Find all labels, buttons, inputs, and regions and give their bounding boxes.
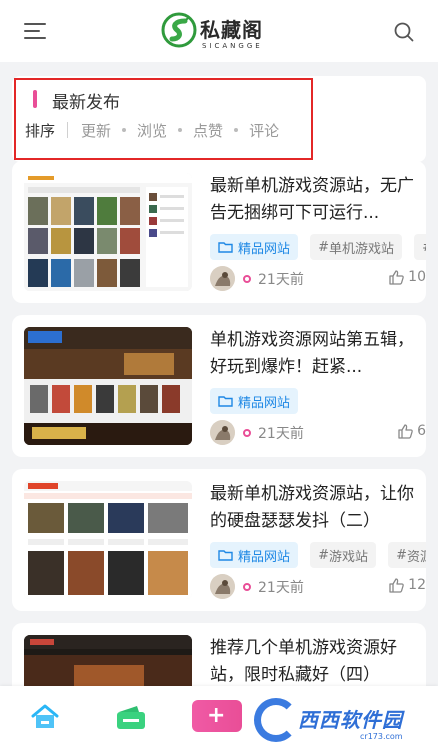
add-post-button[interactable]: + [192, 700, 242, 732]
post-thumbnail[interactable] [24, 481, 192, 599]
watermark-logo-icon [254, 698, 298, 742]
folder-icon [218, 396, 233, 407]
like-button[interactable]: 10 [389, 269, 426, 285]
post-card[interactable]: 单机游戏资源网站第五辑，好玩到爆炸！赶紧... 精品网站 21天前 6 [12, 315, 426, 457]
hashtag[interactable]: # 单机游戏站 [310, 234, 403, 260]
hashtag-label: 单机游戏站 [329, 241, 395, 257]
post-title[interactable]: 推荐几个单机游戏资源好站，限时私藏好（四） [210, 635, 416, 689]
sort-option-views[interactable]: 浏览 [137, 120, 167, 141]
folder-icon [218, 242, 233, 253]
sort-separator-dot [178, 128, 183, 132]
top-header: 私藏阁 SICANGGE [0, 0, 438, 62]
hashtag-label: 游戏站 [329, 549, 369, 565]
post-meta: 21天前 12 [210, 574, 426, 600]
tag-list: 精品网站 [210, 388, 426, 414]
wallet-icon[interactable] [115, 703, 147, 731]
section-title: 最新发布 [52, 93, 120, 113]
post-time: 21天前 [258, 426, 304, 442]
watermark-url: cr173.com [360, 732, 403, 741]
hashtag-label: 资源 [407, 549, 426, 565]
post-title[interactable]: 最新单机游戏资源站，让你的硬盘瑟瑟发抖（二） [210, 481, 416, 535]
hashtag[interactable]: # [414, 234, 426, 260]
logo-text: 私藏阁 [200, 18, 263, 42]
section-title-accent [33, 90, 37, 108]
post-time: 21天前 [258, 272, 304, 288]
sort-option-update[interactable]: 更新 [81, 120, 111, 141]
tag-list: 精品网站 # 单机游戏站 # [210, 234, 426, 260]
watermark-text: 西西软件园 [298, 708, 403, 732]
category-tag-label: 精品网站 [238, 241, 291, 257]
category-tag-label: 精品网站 [238, 549, 291, 565]
search-icon[interactable] [394, 22, 414, 42]
sort-option-comments[interactable]: 评论 [249, 120, 279, 141]
category-tag[interactable]: 精品网站 [210, 234, 299, 260]
category-tag[interactable]: 精品网站 [210, 388, 299, 414]
post-thumbnail[interactable] [24, 173, 192, 291]
watermark: 西西软件园 cr173.com [250, 694, 438, 748]
logo-subtext: SICANGGE [202, 42, 263, 50]
category-tag-label: 精品网站 [238, 395, 291, 411]
like-count: 6 [417, 423, 426, 439]
tag-list: 精品网站 # 游戏站 # 资源 [210, 542, 426, 568]
thumbs-up-icon [398, 423, 413, 439]
sort-label: 排序 [25, 121, 56, 140]
sort-option-likes[interactable]: 点赞 [193, 120, 223, 141]
post-meta: 21天前 10 [210, 266, 426, 292]
logo-mark-icon [161, 12, 197, 48]
avatar[interactable] [210, 420, 235, 445]
like-button[interactable]: 12 [389, 577, 426, 593]
post-meta: 21天前 6 [210, 420, 426, 446]
time-dot-icon [243, 583, 251, 591]
post-thumbnail[interactable] [24, 327, 192, 445]
sort-separator-dot [122, 128, 127, 132]
hashtag[interactable]: # 资源 [388, 542, 426, 568]
post-title[interactable]: 单机游戏资源网站第五辑，好玩到爆炸！赶紧... [210, 327, 416, 381]
like-count: 12 [408, 577, 426, 593]
like-count: 10 [408, 269, 426, 285]
post-time: 21天前 [258, 580, 304, 596]
thumbs-up-icon [389, 577, 404, 593]
post-card[interactable]: 最新单机游戏资源站，无广告无捆绑可下可运行... 精品网站 # 单机游戏站 # … [12, 161, 426, 303]
home-icon[interactable] [30, 703, 60, 731]
avatar[interactable] [210, 574, 235, 599]
like-button[interactable]: 6 [398, 423, 426, 439]
post-card[interactable]: 最新单机游戏资源站，让你的硬盘瑟瑟发抖（二） 精品网站 # 游戏站 # 资源 2… [12, 469, 426, 611]
sort-separator-dot [234, 128, 239, 132]
avatar[interactable] [210, 266, 235, 291]
plus-icon: + [207, 703, 226, 728]
time-dot-icon [243, 275, 251, 283]
thumbs-up-icon [389, 269, 404, 285]
post-title[interactable]: 最新单机游戏资源站，无广告无捆绑可下可运行... [210, 173, 416, 227]
time-dot-icon [243, 429, 251, 437]
sort-bar: 排序 更新 浏览 点赞 评论 [25, 119, 279, 141]
folder-icon [218, 550, 233, 561]
menu-icon[interactable] [24, 22, 46, 40]
sort-divider [67, 122, 69, 138]
site-logo[interactable]: 私藏阁 SICANGGE [161, 12, 277, 56]
category-tag[interactable]: 精品网站 [210, 542, 299, 568]
hashtag[interactable]: # 游戏站 [310, 542, 377, 568]
